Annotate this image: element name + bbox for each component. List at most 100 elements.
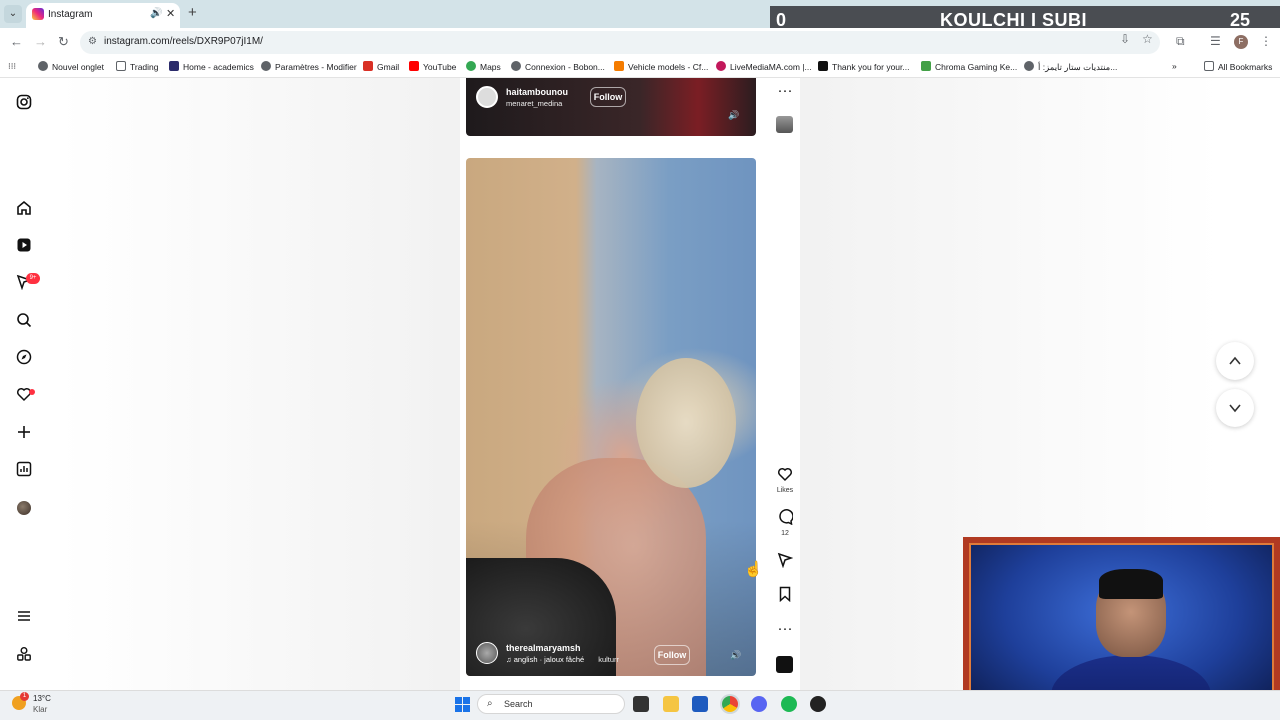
more-bookmarks-icon[interactable]: » <box>1172 61 1177 71</box>
task-view-icon[interactable] <box>633 696 649 712</box>
more-options-icon[interactable]: ··· <box>770 620 800 637</box>
bookmark-home-academics[interactable]: Home - academics <box>169 61 254 72</box>
reel-current-follow-button[interactable]: Follow <box>654 645 690 665</box>
bookmark-connexion[interactable]: Connexion - Bobon... <box>511 61 605 72</box>
bookmark-youtube[interactable]: YouTube <box>409 61 456 72</box>
instagram-logo-icon[interactable] <box>14 94 34 114</box>
all-bookmarks[interactable]: All Bookmarks <box>1204 61 1272 72</box>
bookmark-startimes[interactable]: منتديات ستار تايمز: أ... <box>1024 61 1117 73</box>
folder-icon <box>1204 61 1214 71</box>
search-icon: ⌕ <box>487 698 493 709</box>
bookmark-thank-you[interactable]: Thank you for your... <box>818 61 909 72</box>
globe-icon <box>1024 61 1034 71</box>
hand-cursor-icon: ☝ <box>744 561 763 578</box>
dashboard-icon[interactable] <box>14 461 34 481</box>
reel-previous[interactable]: haitambounou menaret_medina Follow 🔊 <box>466 78 756 136</box>
profile-avatar[interactable]: F <box>1234 35 1248 49</box>
puzzle-icon <box>169 61 179 71</box>
feed-shade-left <box>60 78 460 690</box>
app-recording-icon[interactable] <box>810 696 826 712</box>
explore-icon[interactable] <box>14 349 34 369</box>
bookmark-vehicle-models[interactable]: Vehicle models - Cf... <box>614 61 708 72</box>
reel-current-avatar[interactable] <box>476 642 498 664</box>
reading-list-icon[interactable]: ☰ <box>1210 34 1221 48</box>
messages-badge: 9+ <box>26 273 40 284</box>
save-bookmark-icon[interactable] <box>770 586 800 606</box>
profile-avatar-icon[interactable] <box>17 501 31 515</box>
reel-prev-username[interactable]: haitambounou <box>506 87 568 97</box>
speaker-icon[interactable]: 🔊 <box>150 8 162 19</box>
reel-current[interactable]: therealmaryamsh ♫ anglish · jaloux fâché… <box>466 158 756 676</box>
bookmark-gmail[interactable]: Gmail <box>363 61 399 72</box>
forward-icon[interactable]: → <box>34 34 47 49</box>
apps-icon[interactable]: ⁝⁝⁝ <box>8 61 16 72</box>
address-bar[interactable]: ⚙ instagram.com/reels/DXR9P07jI1M/ <box>80 31 1160 54</box>
windows-start-icon[interactable] <box>455 697 470 712</box>
reels-icon[interactable] <box>14 237 34 257</box>
url-text[interactable]: instagram.com/reels/DXR9P07jI1M/ <box>104 36 263 47</box>
maps-icon <box>466 61 476 71</box>
reel-current-username[interactable]: therealmaryamsh <box>506 643 581 653</box>
audio-thumbnail[interactable] <box>776 656 793 673</box>
reel-prev-audio-thumb[interactable] <box>776 116 793 133</box>
discord-icon[interactable] <box>751 696 767 712</box>
weather-description[interactable]: Klar <box>33 705 47 714</box>
extensions-icon[interactable]: ⧉ <box>1176 34 1185 49</box>
new-tab-icon[interactable]: + <box>188 4 197 21</box>
also-from-meta-icon[interactable] <box>14 646 34 666</box>
browser-tab[interactable]: Instagram 🔊 ✕ <box>26 3 180 28</box>
reel-prev-speaker-icon[interactable]: 🔊 <box>728 110 739 121</box>
reel-prev-subtitle[interactable]: menaret_medina <box>506 99 562 108</box>
likes-label: Likes <box>776 487 794 494</box>
store-icon[interactable] <box>692 696 708 712</box>
reel-prev-follow-button[interactable]: Follow <box>590 87 626 107</box>
site-info-icon[interactable]: ⚙ <box>88 36 97 47</box>
webcam-feed <box>969 543 1274 714</box>
like-heart-icon[interactable] <box>770 466 800 486</box>
bookmark-star-icon[interactable]: ☆ <box>1142 32 1153 46</box>
more-menu-icon[interactable] <box>14 608 34 628</box>
close-tab-icon[interactable]: ✕ <box>166 7 175 20</box>
reload-icon[interactable]: ↻ <box>58 34 69 50</box>
bookmarks-bar: ⁝⁝⁝ Nouvel onglet Trading Home - academi… <box>0 56 1280 78</box>
taskbar-search-label: Search <box>504 699 533 709</box>
reel-prev-more-icon[interactable]: ··· <box>770 82 800 99</box>
tab-title: Instagram <box>48 9 93 20</box>
instagram-favicon-icon <box>32 8 44 20</box>
menu-icon[interactable]: ⋮ <box>1260 34 1272 48</box>
install-app-icon[interactable]: ⇩ <box>1120 32 1130 46</box>
comments-count: 12 <box>781 530 789 537</box>
reel-prev-avatar[interactable] <box>476 86 498 108</box>
share-icon[interactable] <box>770 552 800 572</box>
file-explorer-icon[interactable] <box>663 696 679 712</box>
chroma-icon <box>921 61 931 71</box>
bookmark-nouvel-onglet[interactable]: Nouvel onglet <box>38 61 104 72</box>
xlogo-icon <box>818 61 828 71</box>
back-icon[interactable]: ← <box>10 34 23 49</box>
bookmark-trading[interactable]: Trading <box>116 61 159 72</box>
reel-current-speaker-icon[interactable]: 🔊 <box>730 650 741 661</box>
bookmark-livemedia[interactable]: LiveMediaMA.com |... <box>716 61 812 72</box>
previous-reel-button[interactable] <box>1216 342 1254 380</box>
browser-toolbar: ← → ↻ ⚙ instagram.com/reels/DXR9P07jI1M/… <box>0 28 1280 56</box>
reel-video-hat <box>636 358 736 488</box>
webcam-person-hair <box>1099 569 1163 599</box>
home-icon[interactable] <box>14 200 34 220</box>
bookmark-maps[interactable]: Maps <box>466 61 501 72</box>
search-icon[interactable] <box>14 312 34 332</box>
youtube-icon <box>409 61 419 71</box>
create-plus-icon[interactable] <box>14 424 34 444</box>
comment-icon[interactable] <box>770 509 800 529</box>
spotify-icon[interactable] <box>781 696 797 712</box>
tab-search-icon[interactable]: ⌄ <box>4 5 22 23</box>
next-reel-button[interactable] <box>1216 389 1254 427</box>
bookmark-chroma[interactable]: Chroma Gaming Ke... <box>921 61 1017 72</box>
vehicle-icon <box>614 61 624 71</box>
weather-temperature[interactable]: 13°C <box>33 694 51 703</box>
taskbar-search[interactable]: ⌕ Search <box>477 694 625 714</box>
gear-icon <box>261 61 271 71</box>
reel-current-music[interactable]: ♫ anglish · jaloux fâché kulturr <box>506 655 619 664</box>
bookmark-parametres[interactable]: Paramètres - Modifier <box>261 61 357 72</box>
notification-dot <box>29 389 35 395</box>
chrome-icon[interactable] <box>722 696 738 712</box>
